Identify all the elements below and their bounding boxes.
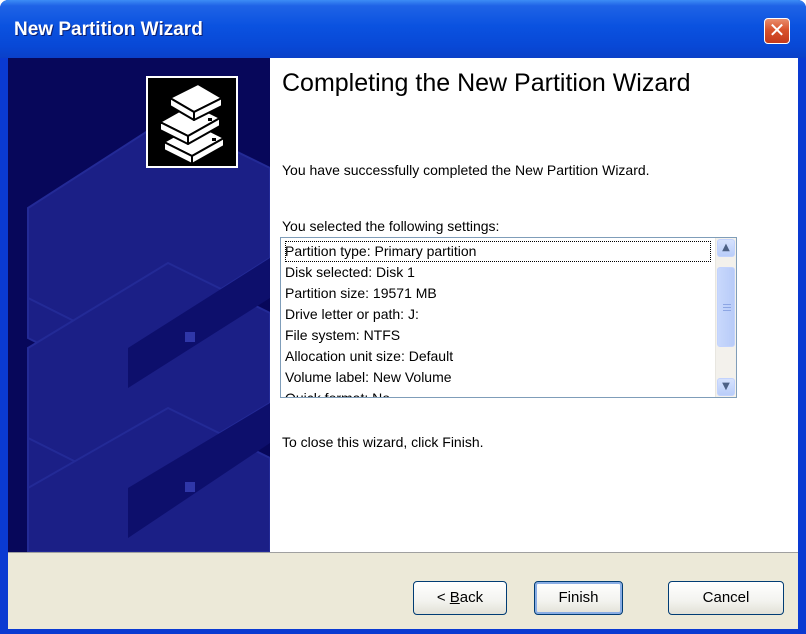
- list-item[interactable]: Volume label: New Volume: [285, 367, 711, 388]
- back-label-rest: ack: [459, 589, 484, 606]
- settings-listbox[interactable]: Partition type: Primary partition Disk s…: [280, 237, 737, 398]
- scroll-up-button[interactable]: ▲: [717, 239, 735, 257]
- page-title: Completing the New Partition Wizard: [282, 69, 691, 97]
- side-banner: [8, 58, 270, 552]
- finish-label: Finish: [558, 589, 599, 606]
- stacked-disks-icon: [146, 76, 238, 168]
- grip-line: [723, 304, 731, 305]
- vertical-scrollbar[interactable]: ▲ ▼: [715, 238, 736, 397]
- settings-label: You selected the following settings:: [282, 218, 500, 234]
- wizard-body: Completing the New Partition Wizard You …: [8, 58, 798, 629]
- title-bar[interactable]: New Partition Wizard ✕: [0, 0, 806, 58]
- list-item[interactable]: Partition type: Primary partition: [285, 241, 711, 262]
- settings-list: Partition type: Primary partition Disk s…: [285, 241, 711, 397]
- grip-line: [723, 310, 731, 311]
- back-label-accelerator: B: [449, 589, 460, 606]
- back-label-prefix: <: [436, 589, 450, 606]
- list-item[interactable]: Allocation unit size: Default: [285, 346, 711, 367]
- list-item[interactable]: Disk selected: Disk 1: [285, 262, 711, 283]
- finish-button[interactable]: Finish: [534, 581, 623, 615]
- cancel-label: Cancel: [702, 589, 750, 606]
- cancel-button[interactable]: Cancel: [668, 581, 784, 615]
- wizard-window: New Partition Wizard ✕ Completing the Ne…: [0, 0, 806, 634]
- list-item[interactable]: Partition size: 19571 MB: [285, 283, 711, 304]
- scroll-thumb[interactable]: [717, 267, 735, 347]
- list-item[interactable]: Drive letter or path: J:: [285, 304, 711, 325]
- close-icon: ✕: [768, 18, 786, 42]
- success-message: You have successfully completed the New …: [282, 162, 650, 178]
- list-item[interactable]: Quick format: No: [285, 388, 711, 397]
- list-item[interactable]: File system: NTFS: [285, 325, 711, 346]
- close-instruction: To close this wizard, click Finish.: [282, 434, 484, 450]
- button-bar: < Back Finish Cancel: [8, 552, 798, 629]
- back-button[interactable]: < Back: [413, 581, 507, 615]
- grip-line: [723, 307, 731, 308]
- window-title: New Partition Wizard: [14, 19, 203, 40]
- chevron-down-icon: ▼: [722, 381, 730, 392]
- chevron-up-icon: ▲: [722, 242, 730, 253]
- close-button[interactable]: ✕: [764, 18, 790, 44]
- scroll-down-button[interactable]: ▼: [717, 378, 735, 396]
